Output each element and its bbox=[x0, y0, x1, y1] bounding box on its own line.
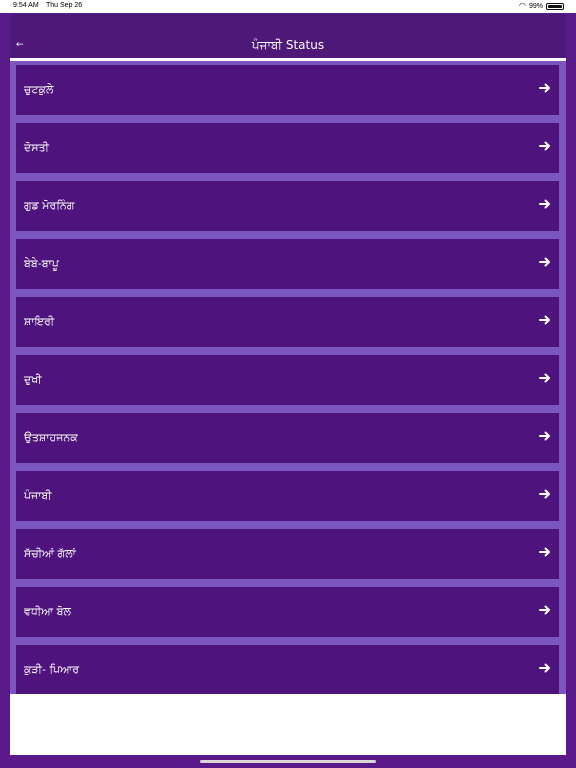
home-indicator[interactable] bbox=[200, 760, 376, 763]
right-arrow-icon bbox=[539, 199, 550, 209]
list-item[interactable]: ਪੰਜਾਬੀ bbox=[16, 471, 559, 521]
list-item-label: ਉਤਸ਼ਾਹਜਨਕ bbox=[24, 431, 78, 444]
status-bar: 9:54 AM Thu Sep 26 ◠ 99% bbox=[0, 0, 576, 13]
list-item-label: ਬੇਬੇ-ਬਾਪੂ bbox=[24, 257, 59, 270]
right-arrow-icon bbox=[539, 373, 550, 383]
right-arrow-icon bbox=[539, 489, 550, 499]
empty-footer-area bbox=[10, 694, 566, 755]
right-arrow-icon bbox=[539, 663, 550, 673]
right-arrow-icon bbox=[539, 83, 550, 93]
navigation-bar: ← ਪੰਜਾਬੀ Status bbox=[10, 14, 566, 61]
right-arrow-icon bbox=[539, 431, 550, 441]
right-arrow-icon bbox=[539, 315, 550, 325]
right-arrow-icon bbox=[539, 257, 550, 267]
battery-icon bbox=[546, 2, 564, 10]
list-item-label: ਦੋਸਤੀ bbox=[24, 141, 49, 154]
list-item[interactable]: ਚੁਟਕੁਲੇ bbox=[16, 65, 559, 115]
list-item-label: ਕੁੜੀ- ਪਿਆਰ bbox=[24, 663, 79, 676]
list-item-label: ਚੁਟਕੁਲੇ bbox=[24, 83, 54, 96]
list-item[interactable]: ਕੁੜੀ- ਪਿਆਰ bbox=[16, 645, 559, 694]
status-category-list[interactable]: ਚੁਟਕੁਲੇ ਦੋਸਤੀ ਗੁਡ ਮੋਰਨਿੰਗ ਬੇਬੇ-ਬਾਪੂ ਸ਼ਾਇ… bbox=[10, 61, 566, 694]
app-window: ← ਪੰਜਾਬੀ Status ਚੁਟਕੁਲੇ ਦੋਸਤੀ ਗੁਡ ਮੋਰਨਿੰ… bbox=[10, 14, 566, 755]
list-item[interactable]: ਬੇਬੇ-ਬਾਪੂ bbox=[16, 239, 559, 289]
list-item[interactable]: ਗੁਡ ਮੋਰਨਿੰਗ bbox=[16, 181, 559, 231]
right-arrow-icon bbox=[539, 605, 550, 615]
list-item[interactable]: ਵਧੀਆ ਬੋਲ bbox=[16, 587, 559, 637]
right-arrow-icon bbox=[539, 547, 550, 557]
list-item[interactable]: ਦੁਖੀ bbox=[16, 355, 559, 405]
battery-percent: 99% bbox=[528, 2, 543, 10]
list-item-label: ਵਧੀਆ ਬੋਲ bbox=[24, 605, 71, 618]
status-right: ◠ 99% bbox=[519, 2, 564, 10]
list-item-label: ਦੁਖੀ bbox=[24, 373, 42, 386]
list-item[interactable]: ਸ਼ਾਇਰੀ bbox=[16, 297, 559, 347]
list-item[interactable]: ਸੱਚੀਆਂ ਗੱਲਾਂ bbox=[16, 529, 559, 579]
list-item-label: ਪੰਜਾਬੀ bbox=[24, 489, 52, 502]
list-item[interactable]: ਉਤਸ਼ਾਹਜਨਕ bbox=[16, 413, 559, 463]
status-date: Thu Sep 26 bbox=[46, 2, 83, 9]
list-item-label: ਸ਼ਾਇਰੀ bbox=[24, 315, 55, 328]
status-time: 9:54 AM bbox=[13, 2, 39, 9]
page-title: ਪੰਜਾਬੀ Status bbox=[251, 38, 325, 52]
list-item-label: ਗੁਡ ਮੋਰਨਿੰਗ bbox=[24, 199, 75, 212]
list-item-label: ਸੱਚੀਆਂ ਗੱਲਾਂ bbox=[24, 547, 76, 560]
list-item[interactable]: ਦੋਸਤੀ bbox=[16, 123, 559, 173]
right-arrow-icon bbox=[539, 141, 550, 151]
wifi-icon: ◠ bbox=[519, 1, 526, 10]
